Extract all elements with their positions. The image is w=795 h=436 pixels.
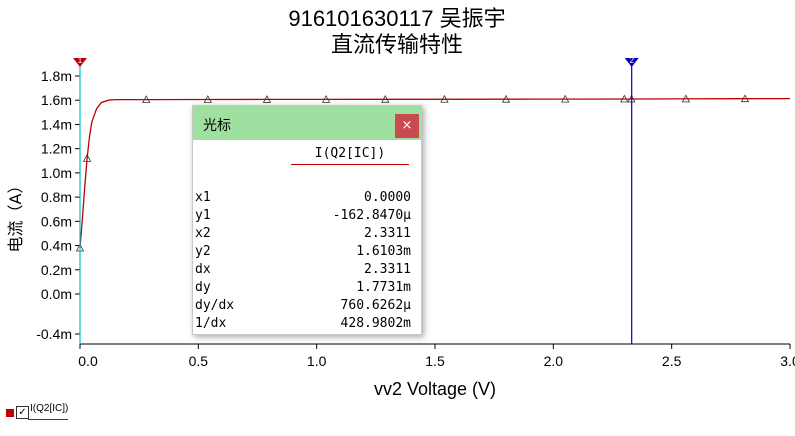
close-button[interactable]: ×: [395, 114, 419, 138]
y-tick-label: 0.2m: [41, 262, 72, 278]
cursor-row-key: dx: [195, 262, 211, 277]
x-tick-label: 0.5: [189, 353, 209, 369]
cursor-row-value: 0.0000: [364, 190, 411, 205]
y-tick-label: 0.6m: [41, 213, 72, 229]
y-tick-label: 0.0m: [41, 286, 72, 302]
y-tick-label: 1.8m: [41, 68, 72, 84]
cursor-row-key: 1/dx: [195, 316, 227, 331]
legend-series-marker: [6, 409, 14, 417]
cursor-row-key: y2: [195, 244, 211, 259]
y-axis-label: 电流（A）: [6, 178, 25, 253]
cursor-row: 1/dx 428.9802m: [195, 316, 411, 334]
x-tick-label: 2.0: [544, 353, 564, 369]
cursor-1-label: 1: [78, 56, 83, 65]
y-tick-label: 0.4m: [41, 238, 72, 254]
cursor-row: y2 1.6103m: [195, 244, 411, 262]
cursor-row-key: dy: [195, 280, 211, 295]
cursor-window-header[interactable]: 光标 ×: [193, 106, 421, 140]
series-layer: [75, 94, 791, 286]
series-line-ic: [79, 97, 791, 249]
cursor-row-key: x2: [195, 226, 211, 241]
cursor-window-title: 光标: [203, 118, 231, 134]
cursor-row: dy 1.7731m: [195, 280, 411, 298]
chart-title-line1: 916101630117 吴振宇: [288, 6, 505, 31]
cursor-window[interactable]: 光标 × I(Q2[IC]) x1 0.0000 y1 -162.8470μ x2 2.3…: [192, 105, 422, 335]
cursor-row: x2 2.3311: [195, 226, 411, 244]
cursor-row-value: 760.6262μ: [340, 298, 411, 313]
legend-series-underline: [28, 419, 68, 420]
cursor-row: x1 0.0000: [195, 190, 411, 208]
cursor-row-value: 2.3311: [364, 262, 411, 277]
cursor-2-label: 2: [629, 56, 634, 65]
cursor-row: dy/dx 760.6262μ: [195, 298, 411, 316]
cursor-row-value: 2.3311: [364, 226, 411, 241]
y-tick-label: 1.6m: [41, 92, 72, 108]
cursor-row-value: 1.6103m: [356, 244, 411, 259]
legend-checkbox[interactable]: ✓: [16, 406, 29, 419]
x-tick-label: 0.0: [78, 353, 98, 369]
y-tick-label: -0.4m: [36, 326, 72, 342]
cursor-rows: x1 0.0000 y1 -162.8470μ x2 2.3311 y2 1.6103m dx 2…: [195, 190, 411, 334]
cursor-row-key: x1: [195, 190, 211, 205]
cursor-column-header: I(Q2[IC]): [314, 146, 386, 161]
cursor-row: y1 -162.8470μ: [195, 208, 411, 226]
cursor-row: dx 2.3311: [195, 262, 411, 280]
x-axis-label: vv2 Voltage (V): [374, 379, 496, 399]
cursor-row-value: -162.8470μ: [332, 208, 411, 223]
chart-title-line2: 直流传输特性: [331, 32, 463, 57]
x-tick-label: 2.5: [662, 353, 682, 369]
cursor-row-key: dy/dx: [195, 298, 235, 313]
y-tick-label: 1.2m: [41, 141, 72, 157]
cursor-row-key: y1: [195, 208, 211, 223]
cursor-column-underline: [291, 164, 409, 165]
cursor-row-value: 1.7731m: [356, 280, 411, 295]
y-tick-label: 0.8m: [41, 189, 72, 205]
x-tick-label: 3.0: [780, 353, 795, 369]
y-tick-label: 1.4m: [41, 116, 72, 132]
x-tick-label: 1.5: [425, 353, 445, 369]
x-tick-label: 1.0: [307, 353, 327, 369]
y-tick-label: 1.0m: [41, 165, 72, 181]
cursor-row-value: 428.9802m: [340, 316, 411, 331]
legend-series-label[interactable]: I(Q2[IC]): [30, 403, 68, 414]
